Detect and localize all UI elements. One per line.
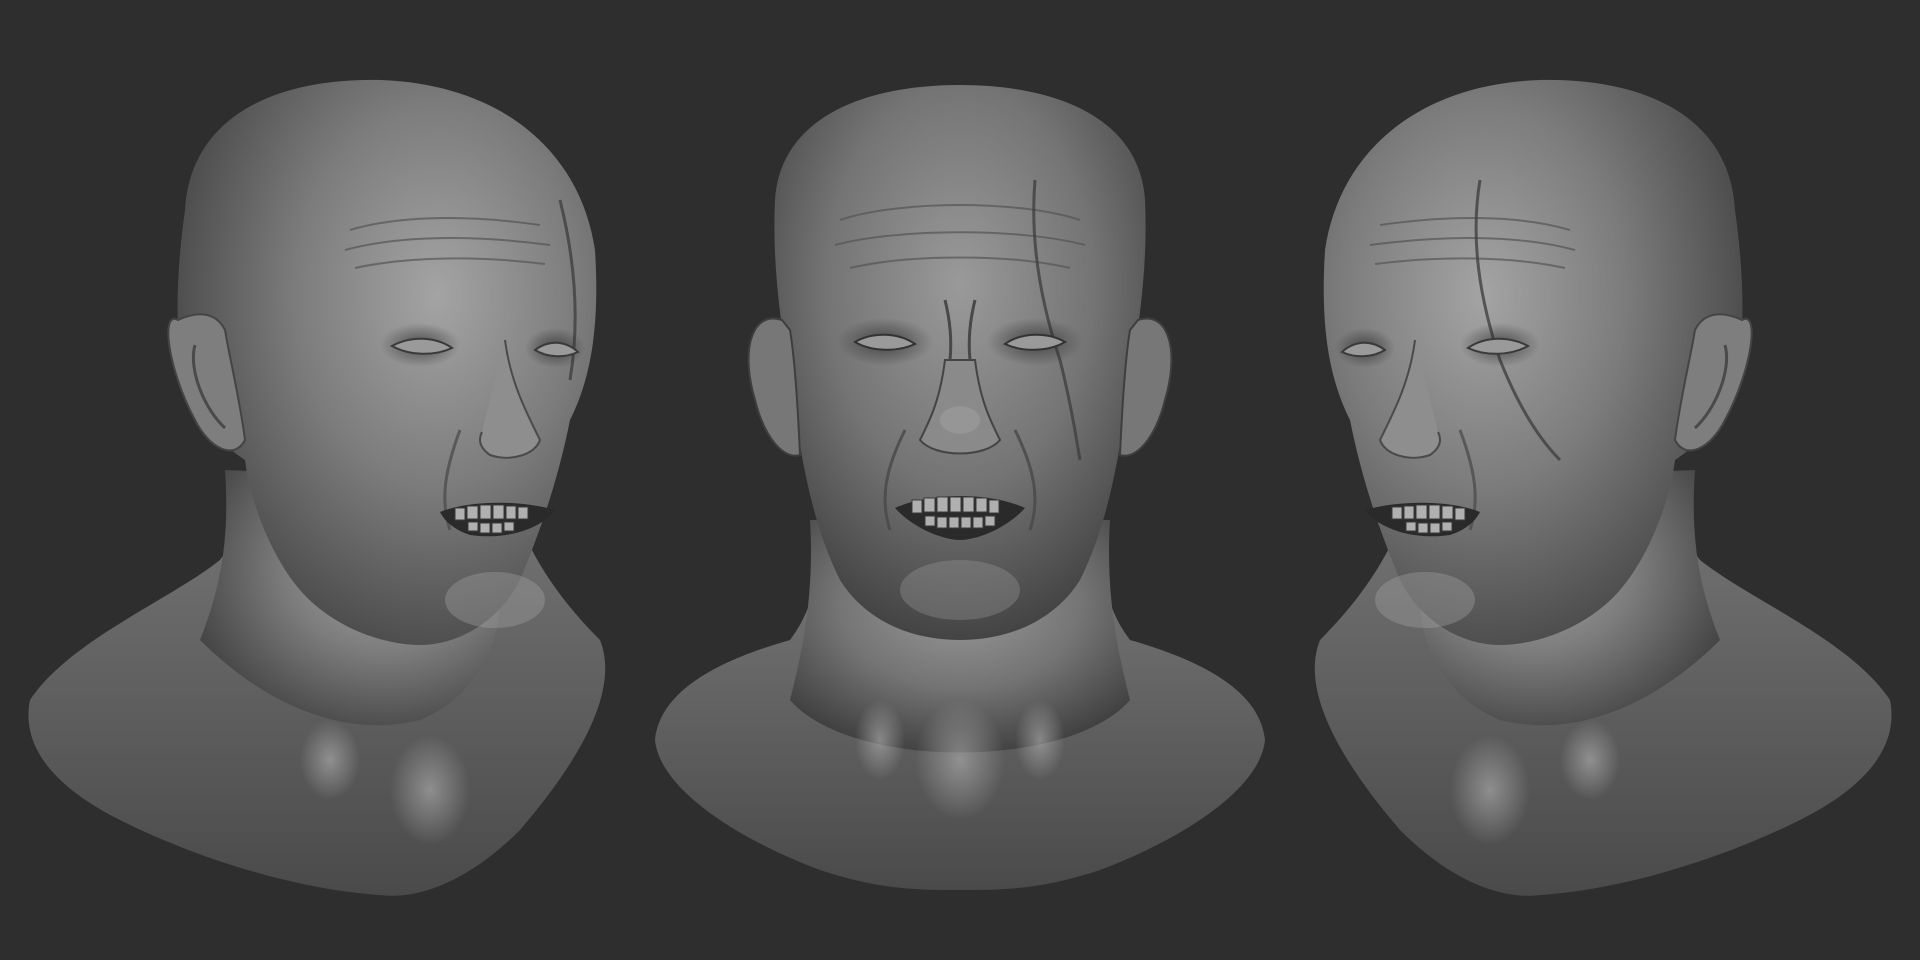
render-viewport — [0, 0, 1920, 960]
sculpt-render-image — [28, 79, 1892, 896]
head-front — [655, 85, 1265, 890]
head-three-quarter-left — [28, 79, 606, 896]
head-three-quarter-right — [1314, 79, 1892, 896]
